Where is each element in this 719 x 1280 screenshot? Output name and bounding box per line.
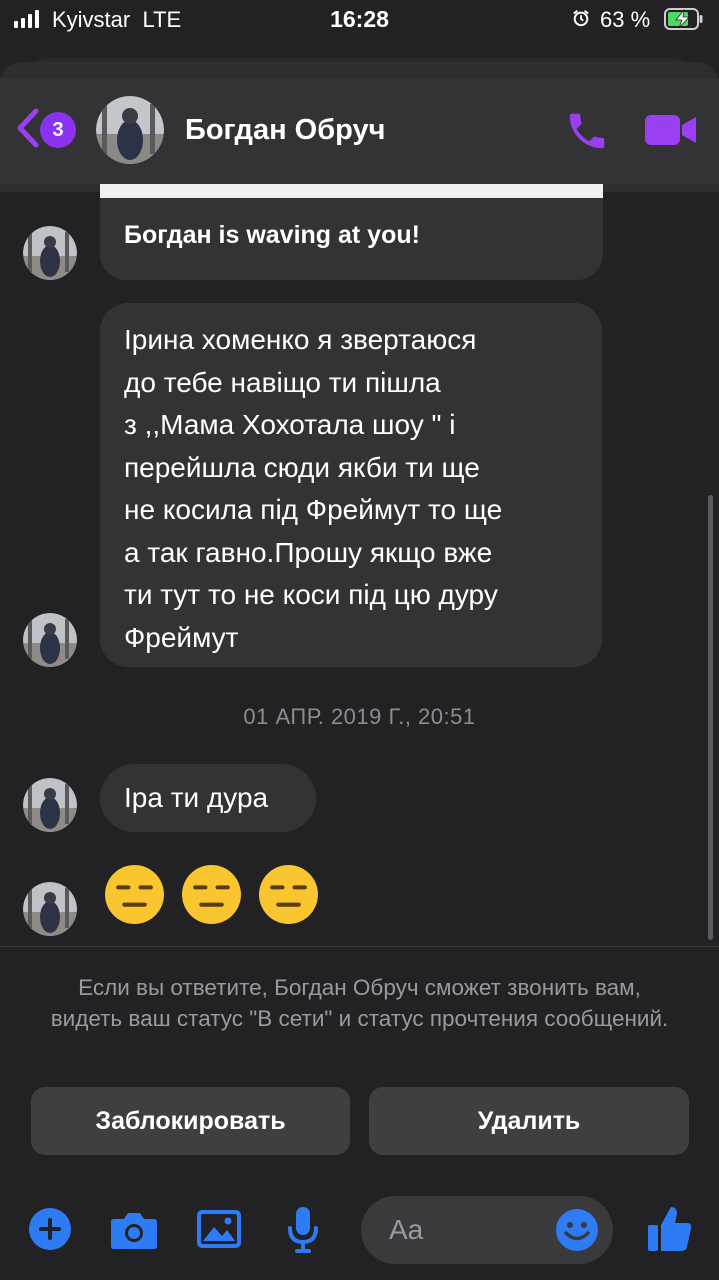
avatar — [23, 882, 77, 936]
expressionless-face-icon — [182, 865, 241, 924]
avatar — [23, 778, 77, 832]
wave-text: Богдан is waving at you! — [124, 221, 420, 249]
battery-percent: 63 % — [600, 7, 651, 32]
message-timestamp: 01 АПР. 2019 Г., 20:51 — [243, 704, 476, 729]
message-text: Ірина хоменко я звертаюся до тебе навіщо… — [124, 324, 503, 653]
reply-notice: Если вы ответите, Богдан Обруч сможет зв… — [50, 975, 669, 1031]
divider — [0, 946, 719, 947]
contact-avatar[interactable] — [96, 96, 164, 164]
scrollbar[interactable] — [708, 495, 713, 940]
avatar — [23, 613, 77, 667]
microphone-icon[interactable] — [286, 1206, 320, 1254]
image-icon[interactable] — [196, 1209, 242, 1249]
expressionless-face-icon — [259, 865, 318, 924]
delete-button[interactable]: Удалить — [369, 1087, 689, 1155]
wave-message[interactable]: Богдан is waving at you! — [100, 176, 603, 280]
phone-icon[interactable] — [564, 108, 610, 154]
plus-icon[interactable] — [28, 1207, 72, 1251]
back-chevron-icon[interactable] — [14, 108, 40, 148]
status-bar: Kyivstar LTE 16:28 63 % — [0, 0, 719, 40]
avatar — [23, 226, 77, 280]
thumbs-up-icon[interactable] — [647, 1205, 693, 1253]
video-camera-icon[interactable] — [644, 112, 698, 148]
chat-header: 3 Богдан Обруч — [0, 78, 719, 184]
block-button[interactable]: Заблокировать — [31, 1087, 350, 1155]
alarm-icon — [573, 10, 589, 27]
emoji-icon[interactable] — [555, 1208, 599, 1252]
message-bubble[interactable]: Ірина хоменко я звертаюся до тебе навіщо… — [100, 303, 602, 667]
expressionless-face-icon — [105, 865, 164, 924]
message-text: Іра ти дура — [124, 782, 269, 813]
battery-charging-icon — [664, 8, 703, 30]
message-bubble[interactable]: Іра ти дура — [100, 764, 316, 832]
unread-badge[interactable]: 3 — [40, 112, 76, 148]
emoji-message[interactable] — [104, 864, 319, 925]
message-input-placeholder: Aa — [389, 1214, 424, 1245]
contact-name[interactable]: Богдан Обруч — [185, 114, 385, 147]
message-input[interactable]: Aa — [361, 1196, 613, 1264]
camera-icon[interactable] — [110, 1210, 158, 1250]
wave-image-strip — [100, 184, 603, 198]
